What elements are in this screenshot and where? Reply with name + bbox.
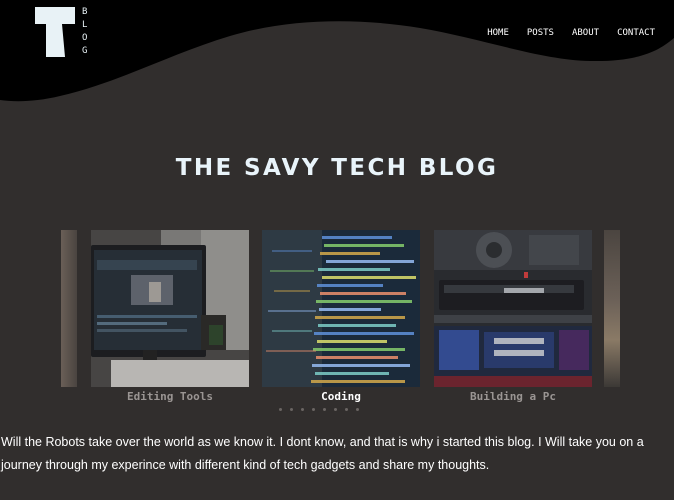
nav-contact-link[interactable]: CONTACT [617,28,655,38]
carousel-dot[interactable] [345,408,348,411]
carousel-dot[interactable] [290,408,293,411]
nav-posts-link[interactable]: POSTS [527,28,554,38]
editing-tools-image [91,230,249,387]
carousel-slide-coding[interactable]: Coding [262,230,420,403]
carousel-dot[interactable] [356,408,359,411]
slide-caption-coding: Coding [321,390,361,403]
post-carousel: Editing Tools Coding Building a Pc [0,228,674,418]
logo-letter-l: L [82,20,88,30]
carousel-dot[interactable] [312,408,315,411]
carousel-next-slide-peek[interactable] [604,230,620,387]
carousel-dot[interactable] [323,408,326,411]
blog-logo[interactable]: B L O G [34,6,94,62]
slide-caption-building-a-pc: Building a Pc [469,390,557,403]
logo-letter-b: B [82,7,88,17]
nav-about-link[interactable]: ABOUT [572,28,599,38]
coding-image [262,230,420,387]
carousel-dot[interactable] [301,408,304,411]
header-wave-background [0,0,674,102]
logo-blog-text: B L O G [82,8,87,56]
carousel-dot[interactable] [279,408,282,411]
carousel-pagination [279,408,359,411]
carousel-prev-slide-peek[interactable] [61,230,77,387]
logo-letter-g: G [82,46,88,56]
page-title: THE SAVY TECH BLOG [175,155,499,181]
carousel-slide-editing-tools[interactable]: Editing Tools [91,230,249,403]
logo-t-mark [35,7,75,57]
logo-letter-o: O [82,33,88,43]
carousel-dot[interactable] [334,408,337,411]
intro-paragraph: Will the Robots take over the world as w… [1,435,644,472]
slide-caption-editing-tools: Editing Tools [126,390,214,403]
carousel-slide-building-a-pc[interactable]: Building a Pc [434,230,592,403]
building-a-pc-image [434,230,592,387]
nav-home-link[interactable]: HOME [487,28,509,38]
main-nav: HOME POSTS ABOUT CONTACT [487,28,655,38]
